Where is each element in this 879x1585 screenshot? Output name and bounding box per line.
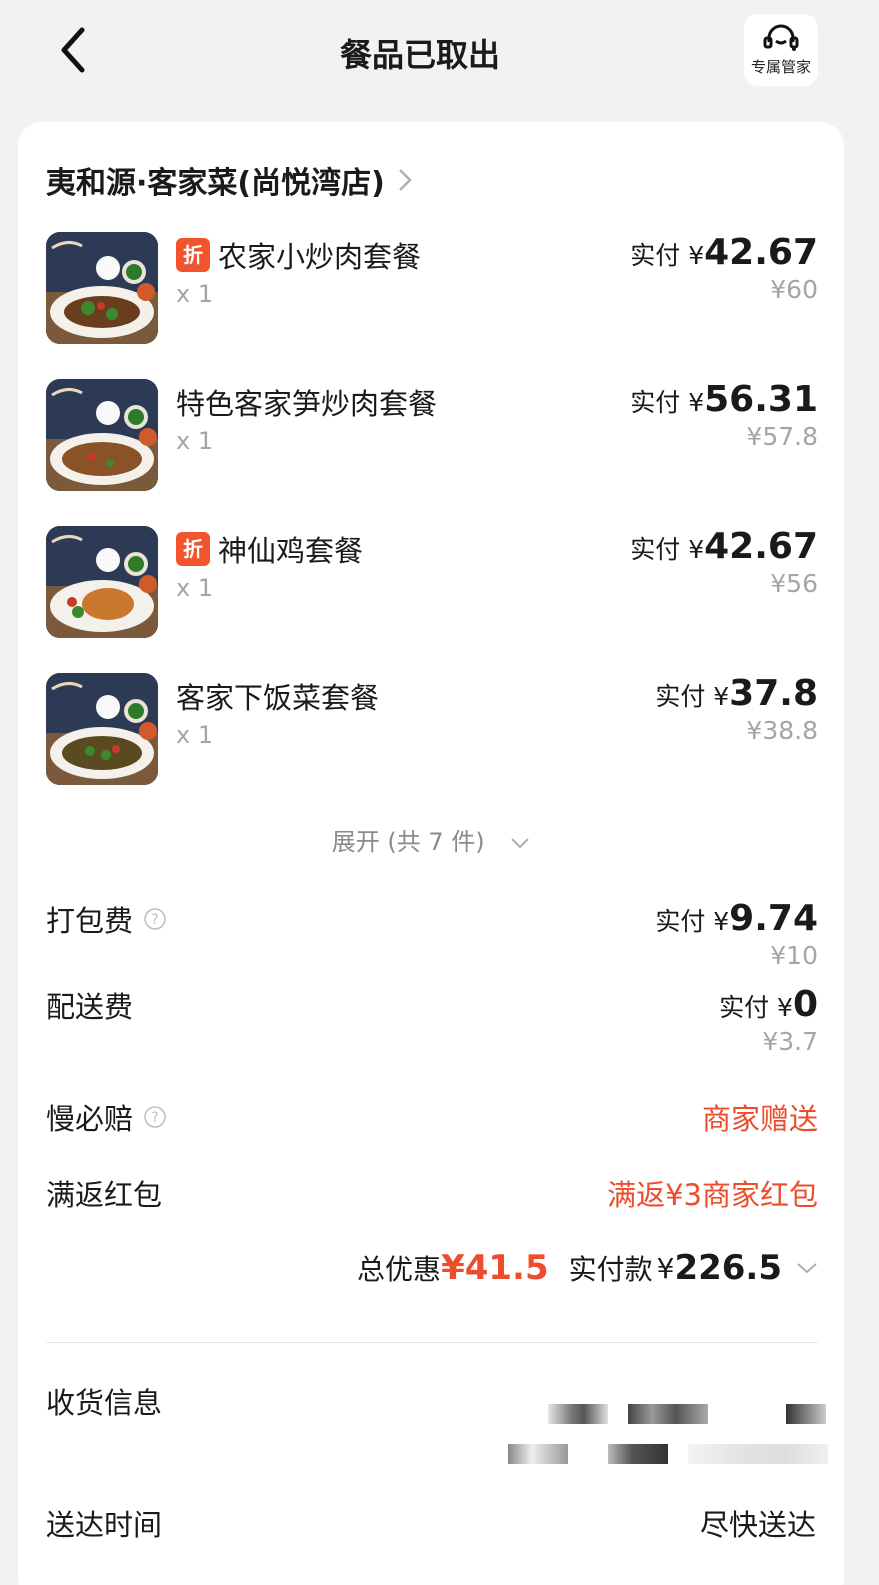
delivery-fee-paid: 0 [792, 984, 818, 1025]
paid-prefix: 实付 ¥ [630, 388, 705, 417]
paid-prefix: 实付 ¥ [655, 682, 730, 711]
total-value: 226.5 [674, 1248, 782, 1288]
slow-compensation-value: 商家赠送 [701, 1102, 818, 1136]
order-item[interactable]: 客家下饭菜套餐 x 1 实付 ¥37.8 ¥38.8 [46, 673, 818, 785]
receiver-info-label: 收货信息 [46, 1386, 163, 1420]
cashback-label: 满返红包 [46, 1178, 163, 1212]
svg-text:?: ? [151, 912, 158, 928]
help-icon[interactable]: ? [143, 1105, 167, 1129]
delivery-fee-row: 配送费 实付 ¥0 ¥3.7 [46, 984, 818, 1056]
packing-fee-original: ¥10 [770, 941, 818, 970]
dish-quantity: x 1 [176, 280, 214, 308]
dish-name: 农家小炒肉套餐 [218, 240, 422, 274]
chevron-right-icon [398, 169, 412, 191]
dish-thumbnail [46, 232, 158, 344]
shop-name: 夷和源·客家菜(尚悦湾店) [46, 166, 385, 201]
personal-manager-label: 专属管家 [750, 58, 811, 76]
cashback-value: 满返¥3商家红包 [607, 1178, 818, 1212]
divider [46, 1342, 818, 1343]
dish-name: 客家下饭菜套餐 [176, 681, 380, 715]
chevron-down-icon [511, 838, 529, 849]
help-icon[interactable]: ? [143, 907, 167, 931]
personal-manager-button[interactable]: 专属管家 [744, 14, 818, 86]
paid-amount: 56.31 [704, 379, 818, 420]
packing-fee-row: 打包费 ? 实付 ¥9.74 ¥10 [46, 898, 818, 970]
price-block: 实付 ¥56.31 ¥57.8 [630, 379, 818, 451]
delivery-fee-label: 配送费 [46, 990, 134, 1024]
original-price: ¥60 [770, 275, 818, 304]
dish-quantity: x 1 [176, 427, 214, 455]
delivery-fee-original: ¥3.7 [762, 1027, 818, 1056]
price-block: 实付 ¥42.67 ¥56 [630, 526, 818, 598]
dish-name: 特色客家笋炒肉套餐 [176, 387, 438, 421]
dish-name: 神仙鸡套餐 [218, 534, 364, 568]
paid-prefix: 实付 ¥ [630, 535, 705, 564]
dish-thumbnail [46, 379, 158, 491]
order-card: 夷和源·客家菜(尚悦湾店) 折 农家小炒肉套餐 x 1 实付 ¥42.67 ¥6… [18, 122, 844, 1585]
headset-icon [763, 24, 799, 51]
expand-items-button[interactable]: 展开 (共 7 件) [18, 822, 844, 857]
dish-thumbnail [46, 673, 158, 785]
paid-amount: 37.8 [729, 673, 818, 714]
expand-label: 展开 (共 7 件) [331, 828, 485, 856]
dish-quantity: x 1 [176, 721, 214, 749]
order-item[interactable]: 折 农家小炒肉套餐 x 1 实付 ¥42.67 ¥60 [46, 232, 818, 344]
order-item[interactable]: 特色客家笋炒肉套餐 x 1 实付 ¥56.31 ¥57.8 [46, 379, 818, 491]
dish-thumbnail [46, 526, 158, 638]
shop-link[interactable]: 夷和源·客家菜(尚悦湾店) [46, 158, 413, 202]
paid-prefix: 实付 ¥ [630, 241, 705, 270]
top-bar: 餐品已取出 专属管家 [0, 0, 879, 110]
packing-fee-label: 打包费 [46, 904, 134, 938]
paid-amount: 42.67 [704, 232, 818, 273]
paid-amount: 42.67 [704, 526, 818, 567]
paid-prefix: 实付 ¥ [719, 993, 793, 1022]
packing-fee-paid: 9.74 [729, 898, 818, 939]
discount-label: 总优惠 [357, 1253, 442, 1286]
total-label: 实付款 [568, 1253, 653, 1286]
discount-tag: 折 [176, 238, 210, 272]
svg-text:?: ? [151, 1110, 158, 1126]
page-title: 餐品已取出 [339, 36, 500, 74]
receiver-info-redacted [508, 1382, 838, 1492]
slow-compensation-row: 慢必赔 ? 商家赠送 [46, 1096, 818, 1138]
delivery-time-label: 送达时间 [46, 1508, 163, 1542]
price-block: 实付 ¥37.8 ¥38.8 [655, 673, 818, 745]
price-block: 实付 ¥42.67 ¥60 [630, 232, 818, 304]
total-currency: ¥ [656, 1251, 675, 1285]
cashback-row: 满返红包 满返¥3商家红包 [46, 1172, 818, 1214]
original-price: ¥56 [770, 569, 818, 598]
slow-compensation-label: 慢必赔 [46, 1102, 134, 1136]
order-summary[interactable]: 总优惠 ¥41.5 实付款 ¥ 226.5 [357, 1248, 818, 1288]
original-price: ¥57.8 [746, 422, 818, 451]
discount-tag: 折 [176, 532, 210, 566]
chevron-down-icon [797, 1263, 817, 1274]
dish-quantity: x 1 [176, 574, 214, 602]
paid-prefix: 实付 ¥ [655, 907, 730, 936]
delivery-time-value: 尽快送达 [699, 1508, 816, 1542]
original-price: ¥38.8 [746, 716, 818, 745]
order-item[interactable]: 折 神仙鸡套餐 x 1 实付 ¥42.67 ¥56 [46, 526, 818, 638]
discount-value: ¥41.5 [441, 1248, 549, 1288]
